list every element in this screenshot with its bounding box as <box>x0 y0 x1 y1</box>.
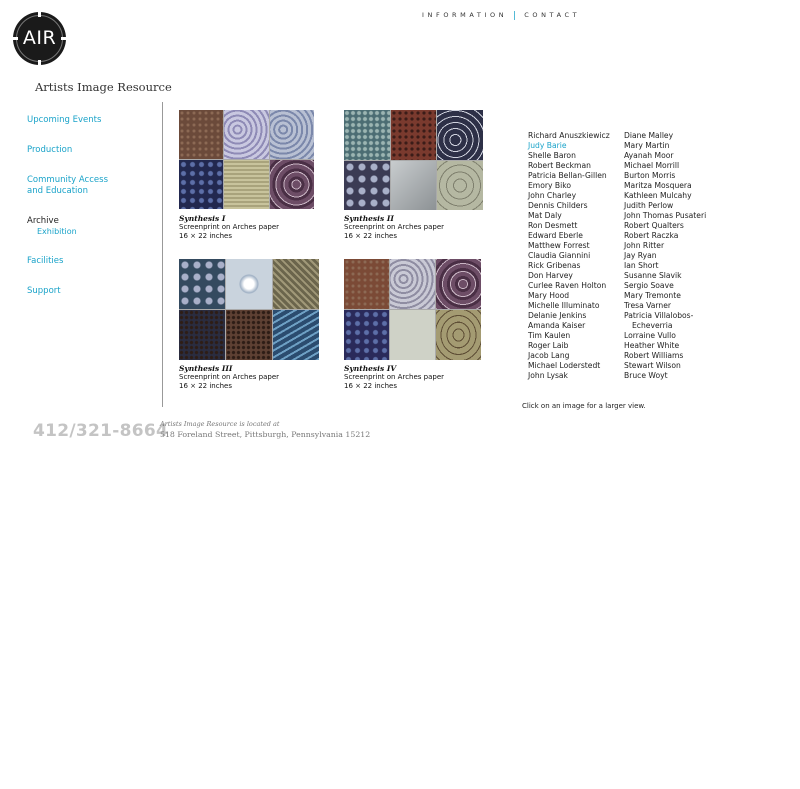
artist-link[interactable]: Mary Hood <box>528 291 610 301</box>
artist-link[interactable]: Delanie Jenkins <box>528 311 610 321</box>
artist-link[interactable]: Heather White <box>624 341 706 351</box>
artist-link[interactable]: Bruce Woyt <box>624 371 706 381</box>
artist-link[interactable]: Ian Short <box>624 261 706 271</box>
logo-text: AIR <box>22 27 57 49</box>
artwork-title: Synthesis III <box>179 364 233 373</box>
artist-link[interactable]: Robert Williams <box>624 351 706 361</box>
sidebar-item-production[interactable]: Production <box>27 145 72 156</box>
artist-link[interactable]: Tresa Varner <box>624 301 706 311</box>
artwork-title: Synthesis II <box>344 214 394 223</box>
artist-link[interactable]: Tim Kaulen <box>528 331 610 341</box>
artist-link[interactable]: Roger Laib <box>528 341 610 351</box>
artist-link[interactable]: Judith Perlow <box>624 201 706 211</box>
sidebar-item-support[interactable]: Support <box>27 286 61 297</box>
artist-link[interactable]: Robert Raczka <box>624 231 706 241</box>
sidebar-item-facilities[interactable]: Facilities <box>27 256 63 267</box>
artwork-image[interactable] <box>179 110 314 209</box>
artist-link[interactable]: Robert Beckman <box>528 161 610 171</box>
artist-link[interactable]: Susanne Slavik <box>624 271 706 281</box>
artist-link[interactable]: Mary Martin <box>624 141 706 151</box>
artwork-synthesis-4: Synthesis IV Screenprint on Arches paper… <box>344 259 489 394</box>
artwork-size: 16 × 22 inches <box>344 232 397 240</box>
artist-link[interactable]: Kathleen Mulcahy <box>624 191 706 201</box>
sidebar-item-archive[interactable]: Archive <box>27 216 59 227</box>
artwork-medium: Screenprint on Arches paper <box>344 373 445 381</box>
nav-contact-link[interactable]: CONTACT <box>524 11 580 19</box>
address: 518 Foreland Street, Pittsburgh, Pennsyl… <box>160 430 371 439</box>
artwork-caption: Synthesis III Screenprint on Arches pape… <box>179 364 279 391</box>
artwork-synthesis-1: Synthesis I Screenprint on Arches paper … <box>179 110 319 245</box>
artist-link[interactable]: Matthew Forrest <box>528 241 610 251</box>
artist-link[interactable]: Jacob Lang <box>528 351 610 361</box>
artwork-image[interactable] <box>179 259 319 360</box>
artwork-image[interactable] <box>344 259 481 360</box>
artist-link[interactable]: Patricia Bellan-Gillen <box>528 171 610 181</box>
artist-link[interactable]: Edward Eberle <box>528 231 610 241</box>
artwork-size: 16 × 22 inches <box>179 382 232 390</box>
nav-information-link[interactable]: INFORMATION <box>422 11 507 19</box>
artist-link[interactable]: Mary Tremonte <box>624 291 706 301</box>
artwork-caption: Synthesis IV Screenprint on Arches paper… <box>344 364 444 391</box>
artist-link[interactable]: Amanda Kaiser <box>528 321 610 331</box>
divider-line <box>162 102 163 407</box>
artist-link[interactable]: Michael Loderstedt <box>528 361 610 371</box>
artist-link[interactable]: Emory Biko <box>528 181 610 191</box>
click-hint: Click on an image for a larger view. <box>522 402 646 410</box>
sidebar-item-community-access-line2[interactable]: and Education <box>27 186 88 197</box>
artwork-size: 16 × 22 inches <box>179 232 232 240</box>
artist-link[interactable]: Richard Anuszkiewicz <box>528 131 610 141</box>
artwork-size: 16 × 22 inches <box>344 382 397 390</box>
artwork-caption: Synthesis II Screenprint on Arches paper… <box>344 214 444 241</box>
artist-link[interactable]: Ayanah Moor <box>624 151 706 161</box>
air-logo[interactable]: AIR <box>13 12 66 65</box>
artwork-caption: Synthesis I Screenprint on Arches paper … <box>179 214 279 241</box>
top-nav: INFORMATION | CONTACT <box>422 10 580 21</box>
artist-link[interactable]: Michael Morrill <box>624 161 706 171</box>
artwork-medium: Screenprint on Arches paper <box>179 223 280 231</box>
artist-link[interactable]: Echeverria <box>624 321 706 331</box>
artwork-image[interactable] <box>344 110 483 210</box>
logo-notch-bottom <box>38 60 41 65</box>
artwork-title: Synthesis I <box>179 214 226 223</box>
nav-separator: | <box>513 11 517 21</box>
artist-link[interactable]: Don Harvey <box>528 271 610 281</box>
artist-link[interactable]: John Ritter <box>624 241 706 251</box>
artist-link[interactable]: Stewart Wilson <box>624 361 706 371</box>
artist-link[interactable]: Dennis Childers <box>528 201 610 211</box>
artist-link[interactable]: Maritza Mosquera <box>624 181 706 191</box>
sidebar-item-upcoming-events[interactable]: Upcoming Events <box>27 115 101 126</box>
artist-list-col2: Diane Malley Mary Martin Ayanah Moor Michae… <box>624 131 706 381</box>
artwork-synthesis-3: Synthesis III Screenprint on Arches pape… <box>179 259 324 394</box>
artwork-synthesis-2: Synthesis II Screenprint on Arches paper… <box>344 110 489 245</box>
artist-link[interactable]: Sergio Soave <box>624 281 706 291</box>
artwork-title: Synthesis IV <box>344 364 397 373</box>
artist-link[interactable]: Michelle Illuminato <box>528 301 610 311</box>
location-label: Artists Image Resource is located at <box>160 420 280 428</box>
artist-link[interactable]: John Charley <box>528 191 610 201</box>
artist-link[interactable]: John Lysak <box>528 371 610 381</box>
artist-link[interactable]: Shelle Baron <box>528 151 610 161</box>
artist-link[interactable]: Burton Morris <box>624 171 706 181</box>
sidebar-item-community-access[interactable]: Community Access <box>27 175 108 186</box>
artist-link[interactable]: Lorraine Vullo <box>624 331 706 341</box>
artist-link[interactable]: John Thomas Pusateri <box>624 211 706 221</box>
artwork-medium: Screenprint on Arches paper <box>344 223 445 231</box>
artist-link[interactable]: Rick Gribenas <box>528 261 610 271</box>
artwork-medium: Screenprint on Arches paper <box>179 373 280 381</box>
artist-list-col1: Richard Anuszkiewicz Judy Barie Shelle Bar… <box>528 131 610 381</box>
phone-number: 412/321-8664 <box>33 421 169 441</box>
sidebar-subitem-exhibition[interactable]: Exhibition <box>37 227 77 236</box>
artist-link[interactable]: Diane Malley <box>624 131 706 141</box>
artist-link[interactable]: Mat Daly <box>528 211 610 221</box>
artist-link[interactable]: Judy Barie <box>528 141 610 151</box>
artist-link[interactable]: Curlee Raven Holton <box>528 281 610 291</box>
logo-notch-top <box>38 12 41 17</box>
artist-link[interactable]: Claudia Giannini <box>528 251 610 261</box>
artist-link[interactable]: Robert Qualters <box>624 221 706 231</box>
artist-link[interactable]: Patricia Villalobos- <box>624 311 706 321</box>
artist-link[interactable]: Ron Desmett <box>528 221 610 231</box>
org-name: Artists Image Resource <box>35 80 172 94</box>
artist-link[interactable]: Jay Ryan <box>624 251 706 261</box>
